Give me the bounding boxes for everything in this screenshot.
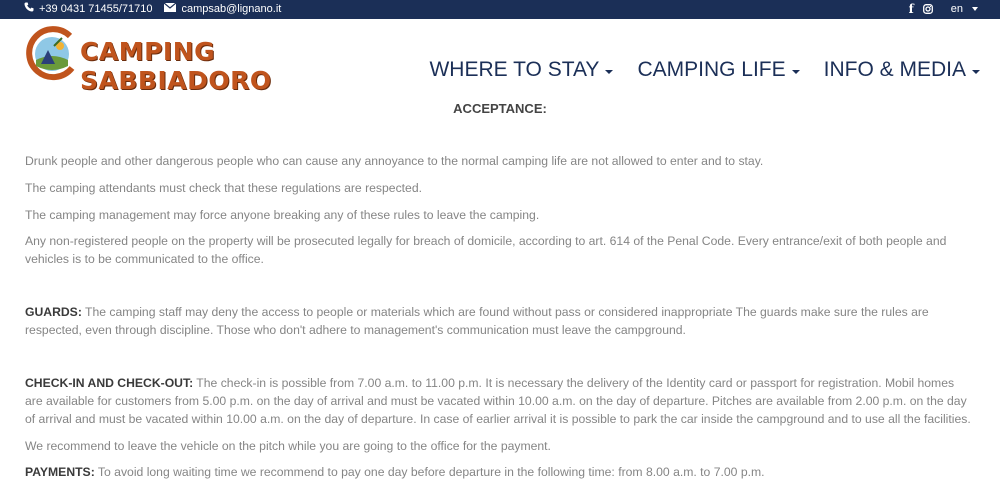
- main-nav: WHERE TO STAY CAMPING LIFE INFO & MEDIA: [405, 58, 980, 82]
- nav-item-info-media[interactable]: INFO & MEDIA: [824, 58, 980, 82]
- top-bar: +39 0431 71455/71710 campsab@lignano.it …: [0, 0, 1000, 19]
- payments-label: PAYMENTS:: [25, 465, 95, 479]
- guards-label: GUARDS:: [25, 305, 82, 319]
- guards-text: The camping staff may deny the access to…: [25, 305, 929, 337]
- phone-icon: [24, 0, 34, 19]
- chevron-down-icon: [972, 70, 980, 74]
- checkin-label: CHECK-IN AND CHECK-OUT:: [25, 376, 194, 390]
- paragraph-attendants: The camping attendants must check that t…: [25, 181, 422, 195]
- nav-label: INFO & MEDIA: [823, 58, 966, 81]
- logo-text: CAMPING SABBIADORO: [80, 37, 272, 95]
- logo-emblem-icon: [26, 26, 75, 81]
- site-logo[interactable]: CAMPING SABBIADORO: [24, 26, 384, 95]
- top-bar-right: f en: [900, 0, 978, 19]
- email-address: campsab@lignano.it: [181, 3, 282, 15]
- paragraph-vehicle: We recommend to leave the vehicle on the…: [25, 439, 551, 453]
- paragraph-check-in-out: CHECK-IN AND CHECK-OUT: The check-in is …: [25, 374, 975, 428]
- chevron-down-icon: [791, 70, 800, 74]
- facebook-icon[interactable]: f: [909, 0, 914, 19]
- nav-item-camping-life[interactable]: CAMPING LIFE: [637, 58, 800, 82]
- language-label: en: [950, 3, 963, 15]
- nav-label: CAMPING LIFE: [637, 58, 786, 81]
- phone-contact[interactable]: +39 0431 71455/71710: [24, 0, 152, 19]
- paragraph-guards: GUARDS: The camping staff may deny the a…: [25, 303, 975, 339]
- payments-text: To avoid long waiting time we recommend …: [94, 465, 765, 479]
- language-selector[interactable]: en: [942, 0, 978, 19]
- nav-item-where-to-stay[interactable]: WHERE TO STAY: [429, 58, 614, 82]
- chevron-down-icon: [605, 70, 614, 74]
- chevron-down-icon: [972, 7, 978, 12]
- paragraph-non-registered: Any non-registered people on the propert…: [25, 234, 947, 266]
- paragraph-payments: PAYMENTS: To avoid long waiting time we …: [25, 463, 765, 481]
- nav-label: WHERE TO STAY: [429, 58, 600, 81]
- envelope-icon: [164, 0, 177, 19]
- contact-info: +39 0431 71455/71710 campsab@lignano.it: [24, 0, 293, 19]
- email-contact[interactable]: campsab@lignano.it: [164, 0, 281, 19]
- paragraph-management: The camping management may force anyone …: [25, 208, 540, 222]
- section-heading: ACCEPTANCE:: [453, 101, 547, 116]
- paragraph-drunk-people: Drunk people and other dangerous people …: [25, 154, 764, 168]
- instagram-icon[interactable]: [922, 0, 933, 19]
- phone-number: +39 0431 71455/71710: [39, 3, 153, 15]
